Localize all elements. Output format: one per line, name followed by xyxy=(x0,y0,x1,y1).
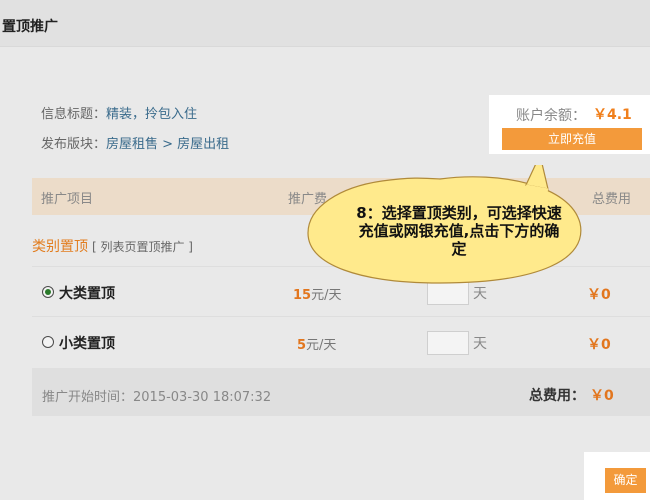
section-name: 类别置顶 xyxy=(32,239,88,255)
callout-line-1: 8：选择置顶类别，可选择快速 xyxy=(356,204,562,222)
price-unit-minor: 元/天 xyxy=(306,338,337,353)
info-title-row: 信息标题：精装，拎包入住 xyxy=(41,103,197,122)
section-category-top: 类别置顶 [ 列表页置顶推广 ] xyxy=(32,236,193,256)
info-board-label: 发布版块： xyxy=(41,137,107,152)
total-fee-label: 总费用： xyxy=(529,388,585,404)
dialog-header: 置顶推广 xyxy=(0,0,650,47)
account-balance-panel: 账户余额： ￥4.1 立即充值 xyxy=(489,95,650,154)
radio-major-category[interactable] xyxy=(42,286,54,298)
row-divider xyxy=(32,316,650,317)
section-desc: [ 列表页置顶推广 ] xyxy=(92,240,193,254)
callout-line-3: 定 xyxy=(451,240,467,258)
summary-bar: 推广开始时间：2015-03-30 18:07:32 总费用： ￥0 xyxy=(32,368,650,416)
days-unit-minor: 天 xyxy=(473,336,487,352)
option-label-major: 大类置顶 xyxy=(59,286,115,302)
info-board-value: 房屋租售 > 房屋出租 xyxy=(106,137,230,152)
info-title-value: 精装，拎包入住 xyxy=(106,107,198,122)
price-value-minor: 5 xyxy=(297,338,307,353)
radio-minor-category[interactable] xyxy=(42,336,54,348)
option-label-minor: 小类置顶 xyxy=(59,336,115,352)
confirm-area: 确定 xyxy=(584,452,650,500)
dialog-title: 置顶推广 xyxy=(2,19,58,35)
callout-text: 8：选择置顶类别，可选择快速 充值或网银充值,点击下方的确 定 xyxy=(332,204,586,258)
callout-line-2: 充值或网银充值,点击下方的确 xyxy=(358,222,560,240)
info-title-label: 信息标题： xyxy=(41,107,107,122)
start-time-value: 2015-03-30 18:07:32 xyxy=(133,390,272,405)
recharge-button[interactable]: 立即充值 xyxy=(502,128,642,150)
option-price-minor: 5元/天 xyxy=(297,334,336,353)
start-time: 推广开始时间：2015-03-30 18:07:32 xyxy=(42,386,271,405)
balance-value: ￥4.1 xyxy=(593,107,632,123)
days-input-minor[interactable] xyxy=(427,331,469,355)
confirm-button[interactable]: 确定 xyxy=(605,468,646,493)
start-time-label: 推广开始时间： xyxy=(42,390,134,405)
header-project: 推广项目 xyxy=(41,192,94,207)
total-fee-value: ￥0 xyxy=(590,388,614,404)
header-total-fee: 总费用 xyxy=(592,192,632,207)
row-fee-minor: ￥0 xyxy=(587,337,611,353)
balance-label: 账户余额： xyxy=(516,108,586,124)
info-board-row: 发布版块：房屋租售 > 房屋出租 xyxy=(41,133,229,152)
row-fee-major: ￥0 xyxy=(587,287,611,303)
